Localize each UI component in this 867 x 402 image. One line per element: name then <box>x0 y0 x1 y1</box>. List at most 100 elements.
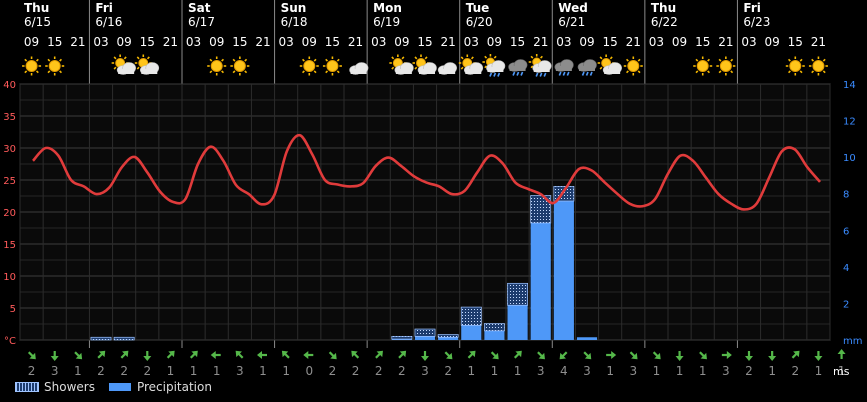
day-name-label: Wed <box>558 1 588 15</box>
wind-speed-label: 1 <box>768 364 776 378</box>
partly-cloudy-night-icon <box>349 58 369 75</box>
hour-label: 21 <box>718 35 733 49</box>
moon-icon <box>742 58 750 74</box>
wind-speed-label: 1 <box>514 364 522 378</box>
showers-bar <box>437 334 459 338</box>
heavy-showers-icon <box>577 59 597 76</box>
legend-showers-label: Showers <box>44 380 95 394</box>
wind-row: 2 3 1 2 2 2 1 1 1 3 1 1 0 2 2 2 2 3 2 1 1 1 3 4 3 1 3 1 1 1 3 2 1 2 1 1ms <box>27 349 850 378</box>
moon-icon <box>765 58 774 74</box>
day-date-label: 6/22 <box>651 15 678 29</box>
precipitation-tick-label: 2 <box>843 299 849 310</box>
hour-label: 09 <box>672 35 687 49</box>
temperature-tick-label: 10 <box>3 272 16 283</box>
precipitation-bar <box>414 336 436 340</box>
day-name-label: Sat <box>188 1 211 15</box>
hour-label: 15 <box>417 35 432 49</box>
precipitation-bar <box>461 325 482 340</box>
wind-arrow-icon <box>166 350 175 359</box>
moon-icon <box>649 58 658 74</box>
moon-icon <box>70 58 79 74</box>
precipitation-tick-label: 8 <box>843 190 849 201</box>
hour-label: 09 <box>487 35 502 49</box>
precipitation-unit-label: mm <box>843 336 862 347</box>
wind-speed-label: 1 <box>74 364 82 378</box>
partly-cloudy-icon <box>111 54 136 75</box>
legend-precipitation-label: Precipitation <box>136 380 212 394</box>
wind-speed-label: 2 <box>143 364 151 378</box>
day-date-label: 6/17 <box>188 15 215 29</box>
showers-bar <box>414 328 436 337</box>
wind-arrow-icon <box>27 351 36 360</box>
wind-arrow-icon <box>120 350 129 359</box>
precipitation-tick-label: 6 <box>843 226 849 237</box>
wind-arrow-icon <box>652 351 661 360</box>
showers-icon <box>528 54 552 77</box>
wind-arrow-icon <box>74 351 83 360</box>
wind-arrow-icon <box>189 350 198 359</box>
temperature-tick-label: 5 <box>10 304 16 315</box>
precipitation-tick-label: 10 <box>843 153 856 164</box>
day-date-label: 6/19 <box>373 15 400 29</box>
wind-speed-label: 1 <box>699 364 707 378</box>
wind-speed-label: 1 <box>259 364 267 378</box>
sun-icon <box>785 56 805 76</box>
sun-icon <box>693 56 713 76</box>
wind-speed-label: 1 <box>467 364 475 378</box>
wind-speed-label: 3 <box>537 364 545 378</box>
hour-label: 21 <box>441 35 456 49</box>
sun-icon <box>22 56 42 76</box>
wind-arrow-icon <box>837 349 846 359</box>
heavy-showers-icon <box>554 59 574 76</box>
wind-arrow-icon <box>583 351 592 360</box>
wind-arrow-icon <box>210 351 221 359</box>
temperature-tick-label: 30 <box>3 144 16 155</box>
wind-arrow-icon <box>559 351 568 360</box>
hour-label: 15 <box>140 35 155 49</box>
precipitation-bar <box>484 330 505 340</box>
sun-icon <box>716 56 736 76</box>
wind-arrow-icon <box>351 350 360 359</box>
weather-forecast-chart: Thu6/15Fri6/16Sat6/17Sun6/18Mon6/19Tue6/… <box>3 0 862 378</box>
precipitation-tick-label: 14 <box>843 80 856 91</box>
wind-speed-label: 1 <box>653 364 661 378</box>
day-date-label: 6/20 <box>466 15 493 29</box>
hour-label: 21 <box>70 35 85 49</box>
wind-arrow-icon <box>791 350 800 359</box>
temperature-unit-label: °C <box>4 336 16 347</box>
wind-speed-label: 2 <box>745 364 753 378</box>
partly-cloudy-icon <box>389 54 414 75</box>
showers-bar <box>507 282 528 306</box>
wind-arrow-icon <box>235 350 244 359</box>
hour-label: 03 <box>93 35 108 49</box>
day-date-label: 6/15 <box>24 15 51 29</box>
wind-speed-label: 3 <box>629 364 637 378</box>
showers-bar <box>391 335 413 340</box>
wind-speed-label: 1 <box>676 364 684 378</box>
wind-speed-label: 2 <box>352 364 360 378</box>
hour-label: 15 <box>603 35 618 49</box>
moon-icon <box>279 58 288 74</box>
sun-icon <box>207 56 227 76</box>
hour-label: 21 <box>626 35 641 49</box>
sun-icon <box>230 56 250 76</box>
hour-label: 03 <box>186 35 201 49</box>
precipitation-axis: 14 12 10 8 6 4 2 mm <box>843 80 862 347</box>
temperature-tick-label: 40 <box>3 80 16 91</box>
wind-unit-label: ms <box>833 365 850 378</box>
hour-label: 09 <box>394 35 409 49</box>
wind-speed-label: 2 <box>791 364 799 378</box>
wind-speed-label: 2 <box>375 364 383 378</box>
temperature-tick-label: 20 <box>3 208 16 219</box>
wind-speed-label: 4 <box>560 364 568 378</box>
weather-icons <box>22 54 843 77</box>
wind-arrow-icon <box>375 350 383 359</box>
partly-cloudy-icon <box>134 54 160 75</box>
partly-cloudy-icon <box>597 54 622 75</box>
day-name-label: Thu <box>651 1 676 15</box>
precipitation-bar <box>530 222 551 340</box>
wind-speed-label: 1 <box>606 364 614 378</box>
day-name-label: Mon <box>373 1 402 15</box>
hour-label: 09 <box>302 35 317 49</box>
hour-label: 03 <box>464 35 479 49</box>
